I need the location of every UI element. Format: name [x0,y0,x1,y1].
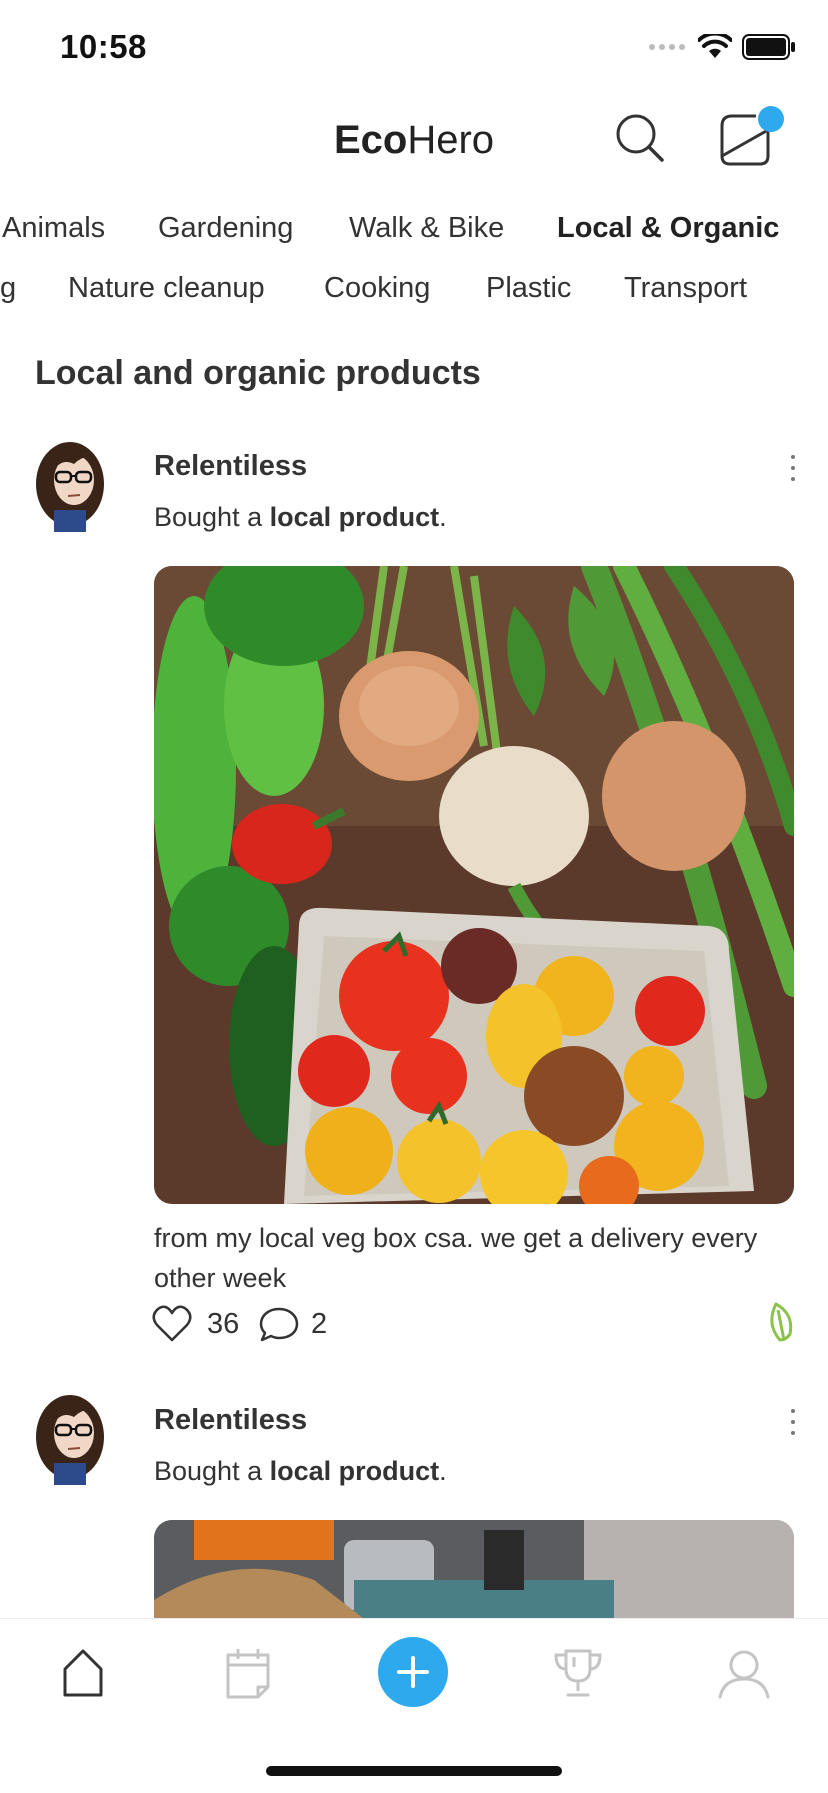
calendar-icon [226,1649,270,1699]
category-row-1: Animals Gardening Walk & Bike Local & Or… [0,212,828,262]
home-icon [63,1649,103,1697]
battery-icon [742,34,795,60]
trophy-icon [554,1649,602,1697]
home-indicator [266,1766,562,1776]
leaf-icon [770,1302,793,1342]
post-username[interactable]: Relentiless [154,450,307,483]
category-partial[interactable]: g [0,272,16,305]
profile-icon [718,1650,770,1699]
category-cooking[interactable]: Cooking [324,272,430,305]
dot [791,1409,795,1413]
like-button[interactable] [152,1305,192,1348]
post-activity: Bought a local product. [154,1456,447,1487]
category-local-organic[interactable]: Local & Organic [557,212,779,245]
leaf-button[interactable] [766,1300,796,1349]
search-button[interactable] [612,110,668,166]
tab-challenges[interactable] [548,1643,608,1703]
section-title: Local and organic products [35,354,481,392]
dot [791,455,795,459]
dot [791,1431,795,1435]
add-icon [397,1656,429,1688]
activity-prefix: Bought a [154,502,270,532]
post-caption: from my local veg box csa. we get a deli… [154,1223,758,1293]
activity-suffix: . [439,502,447,532]
tab-profile[interactable] [714,1643,774,1703]
avatar[interactable] [34,440,106,532]
avatar[interactable] [34,1393,106,1485]
activity-link[interactable]: local product [270,1456,440,1486]
comment-icon [259,1307,299,1342]
dot [791,466,795,470]
dot [791,477,795,481]
dot [791,1420,795,1424]
status-time: 10:58 [60,28,147,65]
tab-home[interactable] [53,1643,113,1703]
brand-bold: Eco [333,118,408,162]
category-transport[interactable]: Transport [624,272,747,305]
post-more-button[interactable] [778,1402,808,1442]
category-row-2: g Nature cleanup Cooking Plastic Transpo… [0,272,828,322]
post-activity: Bought a local product. [154,502,447,533]
post-more-button[interactable] [778,448,808,488]
app-title: EcoHero [0,118,828,163]
activity-suffix: . [439,1456,447,1486]
brand-regular: Hero [407,118,495,162]
category-gardening[interactable]: Gardening [158,212,293,245]
activity-link[interactable]: local product [270,502,440,532]
like-count: 36 [207,1308,240,1340]
category-plastic[interactable]: Plastic [486,272,571,305]
add-button[interactable] [378,1637,448,1707]
comment-count: 2 [311,1308,328,1340]
tab-calendar[interactable] [218,1643,278,1703]
notification-dot [758,106,784,132]
category-walk-bike[interactable]: Walk & Bike [349,212,504,245]
heart-icon [152,1305,192,1342]
wifi-icon [698,34,732,58]
cellular-signal-icon [649,44,685,50]
post-photo[interactable] [154,566,794,1204]
notifications-button[interactable] [716,106,784,170]
search-icon [616,114,664,162]
category-nature-cleanup[interactable]: Nature cleanup [68,272,265,305]
post-username[interactable]: Relentiless [154,1404,307,1437]
category-animals[interactable]: Animals [2,212,105,245]
activity-prefix: Bought a [154,1456,270,1486]
comment-button[interactable] [258,1306,300,1349]
status-icons [648,34,796,60]
